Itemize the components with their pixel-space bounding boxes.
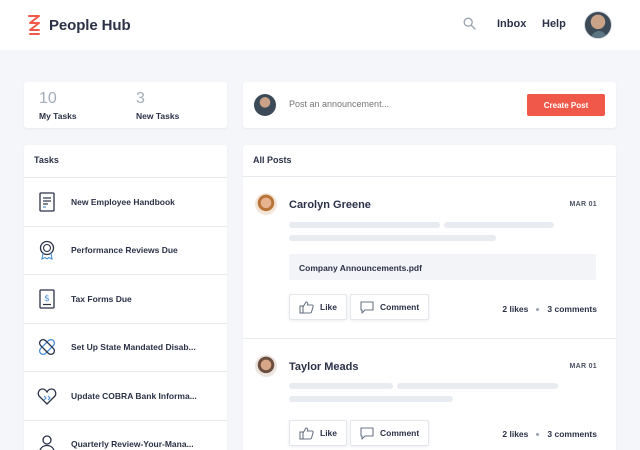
post-item: Carolyn Greene MAR 01 Company Announceme… bbox=[243, 177, 616, 339]
user-avatar[interactable] bbox=[584, 11, 612, 39]
nav-inbox[interactable]: Inbox bbox=[497, 18, 526, 30]
tasks-title: Tasks bbox=[34, 155, 59, 165]
text-placeholder bbox=[289, 235, 496, 241]
comment-label: Comment bbox=[380, 428, 420, 438]
avatar[interactable] bbox=[255, 193, 277, 215]
svg-text:$: $ bbox=[44, 294, 50, 304]
announcement-card: Create Post bbox=[243, 82, 616, 128]
like-label: Like bbox=[320, 302, 338, 312]
dollar-document-icon: $ bbox=[39, 289, 55, 309]
text-placeholder bbox=[444, 222, 554, 228]
like-button[interactable]: Like bbox=[289, 420, 348, 446]
task-item[interactable]: Update COBRA Bank Informa... bbox=[24, 371, 227, 420]
post-date: MAR 01 bbox=[569, 363, 597, 370]
avatar[interactable] bbox=[255, 355, 277, 377]
stat-value: 3 bbox=[136, 90, 145, 107]
stat-value: 10 bbox=[39, 90, 57, 107]
comment-button[interactable]: Comment bbox=[350, 420, 430, 446]
stat-label: My Tasks bbox=[39, 111, 77, 121]
stat-my-tasks[interactable]: 10 My Tasks bbox=[39, 90, 77, 121]
brand[interactable]: People Hub bbox=[28, 15, 131, 35]
announcement-input[interactable] bbox=[289, 99, 489, 109]
avatar bbox=[254, 94, 276, 116]
task-item[interactable]: New Employee Handbook bbox=[24, 177, 227, 226]
separator-dot bbox=[536, 307, 540, 311]
post-stats: 2 likes 3 comments bbox=[502, 304, 597, 314]
posts-title: All Posts bbox=[253, 155, 292, 165]
top-header: People Hub Inbox Help bbox=[0, 0, 640, 50]
thumbs-up-icon bbox=[299, 426, 314, 440]
person-icon bbox=[39, 435, 55, 450]
stat-label: New Tasks bbox=[136, 111, 180, 121]
task-label: Set Up State Mandated Disab... bbox=[71, 342, 196, 353]
task-label: Performance Reviews Due bbox=[71, 245, 178, 256]
comment-icon bbox=[360, 426, 374, 440]
post-stats: 2 likes 3 comments bbox=[502, 429, 597, 439]
task-item[interactable]: Quarterly Review-Your-Mana... bbox=[24, 419, 227, 450]
tasks-card: Tasks New Employee Handbook Performance … bbox=[24, 145, 227, 450]
search-icon[interactable] bbox=[463, 17, 476, 30]
comment-button[interactable]: Comment bbox=[350, 294, 430, 320]
text-placeholder bbox=[289, 396, 453, 402]
comment-icon bbox=[360, 300, 374, 314]
text-placeholder bbox=[397, 383, 558, 389]
app-name: People Hub bbox=[49, 16, 131, 34]
likes-count[interactable]: 2 likes bbox=[502, 429, 528, 439]
create-post-button[interactable]: Create Post bbox=[527, 94, 605, 116]
nav-help[interactable]: Help bbox=[542, 18, 566, 30]
text-placeholder bbox=[289, 222, 440, 228]
thumbs-up-icon bbox=[299, 300, 314, 314]
comments-count[interactable]: 3 comments bbox=[547, 304, 597, 314]
task-item[interactable]: Set Up State Mandated Disab... bbox=[24, 322, 227, 372]
tasks-list: New Employee Handbook Performance Review… bbox=[24, 177, 227, 450]
likes-count[interactable]: 2 likes bbox=[502, 304, 528, 314]
task-label: Tax Forms Due bbox=[71, 293, 132, 304]
task-item[interactable]: $ Tax Forms Due bbox=[24, 274, 227, 323]
heart-hand-icon bbox=[37, 388, 57, 405]
task-label: Quarterly Review-Your-Mana... bbox=[71, 439, 194, 450]
document-icon bbox=[39, 192, 55, 212]
bandage-icon bbox=[38, 339, 56, 356]
comments-count[interactable]: 3 comments bbox=[547, 429, 597, 439]
stat-new-tasks[interactable]: 3 New Tasks bbox=[136, 90, 179, 121]
task-item[interactable]: Performance Reviews Due bbox=[24, 225, 227, 275]
like-label: Like bbox=[320, 428, 338, 438]
separator-dot bbox=[536, 432, 540, 436]
task-stats-card: 10 My Tasks 3 New Tasks bbox=[24, 82, 227, 128]
post-author[interactable]: Taylor Meads bbox=[289, 361, 359, 373]
text-placeholder bbox=[289, 383, 393, 389]
post-item: Taylor Meads MAR 01 Like Comment 2 likes… bbox=[243, 339, 616, 450]
task-label: New Employee Handbook bbox=[71, 196, 175, 207]
award-ribbon-icon bbox=[39, 241, 55, 261]
task-label: Update COBRA Bank Informa... bbox=[71, 390, 197, 401]
like-button[interactable]: Like bbox=[289, 294, 348, 320]
attachment-link[interactable]: Company Announcements.pdf bbox=[289, 254, 596, 280]
stacked-chevrons-logo bbox=[28, 15, 40, 35]
comment-label: Comment bbox=[380, 302, 420, 312]
posts-card: All Posts Carolyn Greene MAR 01 Company … bbox=[243, 145, 616, 450]
post-date: MAR 01 bbox=[569, 201, 597, 208]
post-author[interactable]: Carolyn Greene bbox=[289, 199, 371, 211]
